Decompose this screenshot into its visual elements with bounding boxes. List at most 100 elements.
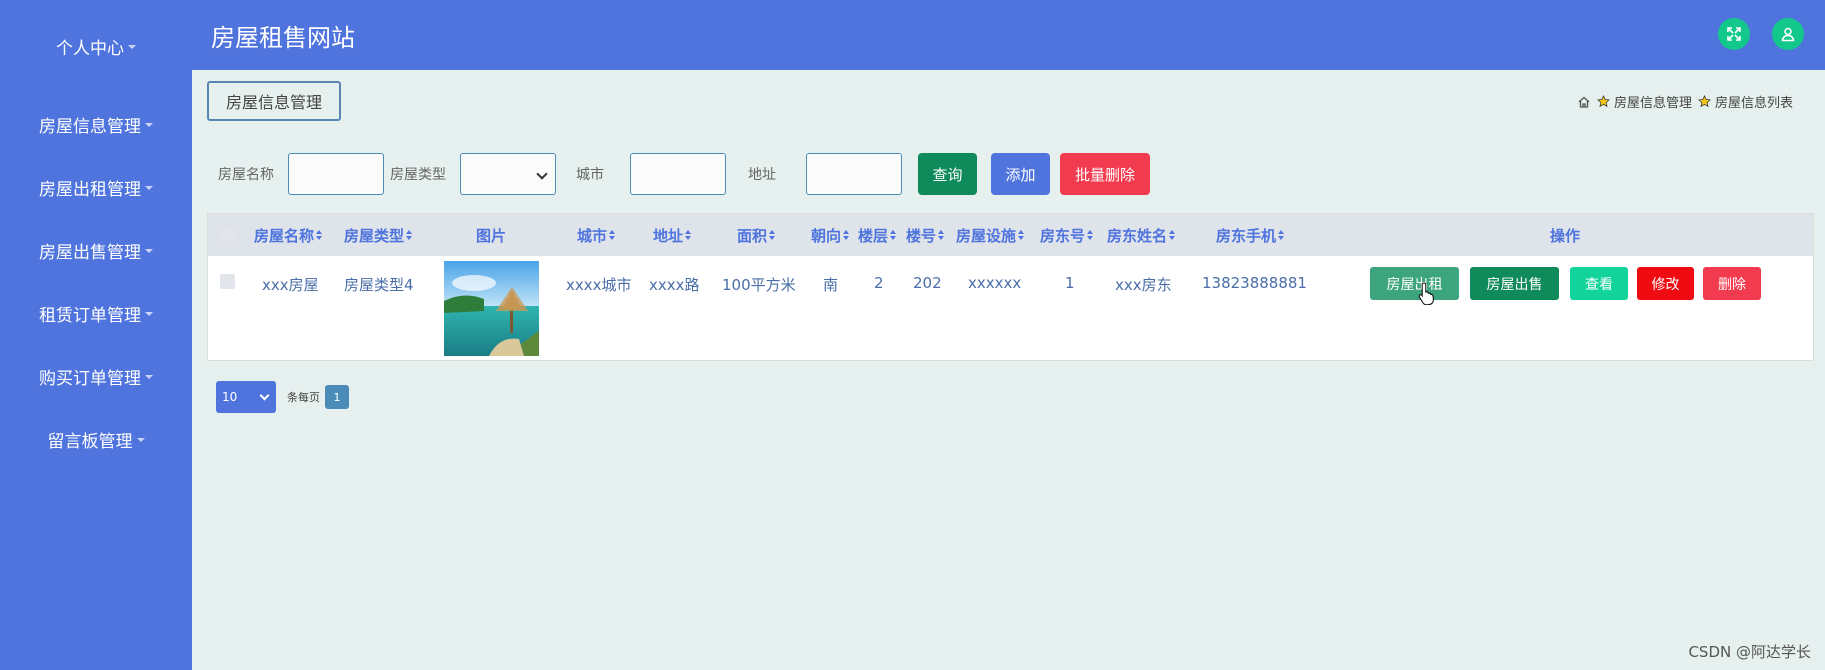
- house-photo: [444, 261, 539, 356]
- sort-icon: [890, 230, 897, 240]
- sort-icon: [1169, 230, 1176, 240]
- column-header-label: 城市: [577, 226, 608, 245]
- edit-button[interactable]: 修改: [1637, 267, 1694, 300]
- address-input[interactable]: [806, 153, 902, 195]
- cell-orientation: 南: [823, 276, 839, 294]
- caret-down-icon: [128, 44, 136, 49]
- sidebar-item-purchase-orders[interactable]: 购买订单管理: [0, 345, 192, 408]
- sidebar-item-house-rent[interactable]: 房屋出租管理: [0, 156, 192, 219]
- rent-house-button[interactable]: 房屋出租: [1370, 267, 1459, 300]
- sidebar-item-house-info[interactable]: 房屋信息管理: [0, 93, 192, 156]
- sort-icon: [1278, 230, 1285, 240]
- sell-house-button[interactable]: 房屋出售: [1470, 267, 1559, 300]
- caret-down-icon: [145, 248, 153, 253]
- page-number-button[interactable]: 1: [325, 385, 349, 409]
- house-type-label: 房屋类型: [390, 167, 446, 183]
- breadcrumb-item[interactable]: 房屋信息管理: [1614, 92, 1692, 111]
- column-header-label: 房屋设施: [956, 226, 1017, 245]
- view-button[interactable]: 查看: [1570, 267, 1628, 300]
- star-icon: [1597, 95, 1610, 108]
- sort-icon: [843, 230, 850, 240]
- column-header: 操作: [1550, 214, 1580, 256]
- column-header-label: 房东号: [1040, 226, 1086, 245]
- column-header-label: 操作: [1550, 226, 1581, 245]
- sidebar-item-message-board[interactable]: 留言板管理: [0, 408, 192, 471]
- sidebar-item-label: 留言板管理: [47, 432, 133, 452]
- sort-icon: [1087, 230, 1094, 240]
- column-header-label: 房屋类型: [344, 226, 405, 245]
- column-header[interactable]: 面积: [737, 214, 776, 256]
- column-header: 图片: [476, 214, 506, 256]
- sort-icon: [685, 230, 692, 240]
- cell-house-type: 房屋类型4: [344, 276, 414, 294]
- add-button[interactable]: 添加: [991, 153, 1050, 195]
- column-header-label: 图片: [476, 226, 507, 245]
- caret-down-icon: [136, 437, 145, 442]
- sidebar-item-label: 租赁订单管理: [39, 306, 141, 326]
- cell-facilities: xxxxxx: [968, 274, 1022, 292]
- cell-floor: 2: [874, 274, 884, 292]
- house-name-input[interactable]: [288, 153, 384, 195]
- column-header[interactable]: 朝向: [811, 214, 850, 256]
- column-header-label: 面积: [737, 226, 768, 245]
- city-label: 城市: [576, 167, 604, 183]
- column-header[interactable]: 楼号: [906, 214, 945, 256]
- star-icon: [1698, 95, 1711, 108]
- delete-button[interactable]: 删除: [1703, 267, 1761, 300]
- top-header: 房屋租售网站: [192, 0, 1825, 70]
- query-button[interactable]: 查询: [918, 153, 977, 195]
- table-header: 房屋名称 房屋类型 图片 城市 地址 面积 朝向 楼层 楼号 房屋设施 房东号 …: [208, 214, 1813, 256]
- house-type-select[interactable]: [460, 153, 556, 195]
- column-header[interactable]: 房屋名称: [254, 214, 323, 256]
- column-header[interactable]: 房东手机: [1216, 214, 1285, 256]
- caret-down-icon: [145, 374, 153, 379]
- house-table: 房屋名称 房屋类型 图片 城市 地址 面积 朝向 楼层 楼号 房屋设施 房东号 …: [207, 213, 1814, 361]
- select-all-checkbox[interactable]: [220, 227, 235, 242]
- sidebar-item-label: 个人中心: [56, 39, 124, 59]
- sort-icon: [769, 230, 776, 240]
- column-header[interactable]: 楼层: [858, 214, 897, 256]
- sort-icon: [406, 230, 413, 240]
- column-header-label: 房东姓名: [1107, 226, 1168, 245]
- address-label: 地址: [748, 167, 776, 183]
- sidebar-item-lease-orders[interactable]: 租赁订单管理: [0, 282, 192, 345]
- sort-icon: [938, 230, 945, 240]
- column-header[interactable]: 房屋类型: [344, 214, 413, 256]
- column-header[interactable]: 城市: [577, 214, 616, 256]
- breadcrumb-item: 房屋信息列表: [1714, 96, 1793, 111]
- site-title: 房屋租售网站: [211, 23, 355, 52]
- column-header-label: 楼层: [858, 226, 889, 245]
- cell-house-name: xxx房屋: [262, 276, 319, 294]
- row-checkbox[interactable]: [220, 274, 235, 289]
- column-header[interactable]: 地址: [653, 214, 692, 256]
- sort-icon: [316, 230, 323, 240]
- page-size-select[interactable]: 10: [216, 381, 276, 413]
- user-icon: [1781, 27, 1795, 42]
- caret-down-icon: [145, 185, 153, 190]
- sort-icon: [609, 230, 616, 240]
- tab-house-info-management[interactable]: 房屋信息管理: [207, 81, 341, 121]
- house-name-label: 房屋名称: [218, 167, 274, 183]
- cell-city: xxxx城市: [566, 276, 632, 294]
- city-input[interactable]: [630, 153, 726, 195]
- column-header-label: 房东手机: [1216, 226, 1277, 245]
- column-header[interactable]: 房东号: [1040, 214, 1094, 256]
- sidebar-item-personal-center[interactable]: 个人中心: [0, 0, 192, 93]
- sidebar: 个人中心 房屋信息管理 房屋出租管理 房屋出售管理 租赁订单管理 购买订单管理 …: [0, 0, 192, 670]
- expand-icon: [1727, 27, 1741, 41]
- sort-icon: [1018, 230, 1025, 240]
- batch-delete-button[interactable]: 批量删除: [1060, 153, 1150, 195]
- per-page-label: 条每页: [287, 391, 320, 404]
- sidebar-item-label: 房屋出售管理: [39, 243, 141, 263]
- hand-cursor-icon: [1418, 282, 1434, 305]
- fullscreen-button[interactable]: [1718, 18, 1750, 50]
- column-header[interactable]: 房屋设施: [956, 214, 1025, 256]
- user-menu-button[interactable]: [1772, 18, 1804, 50]
- column-header[interactable]: 房东姓名: [1107, 214, 1176, 256]
- column-header-label: 房屋名称: [254, 226, 315, 245]
- breadcrumb: 房屋信息管理 房屋信息列表: [1577, 92, 1799, 111]
- sidebar-item-house-sale[interactable]: 房屋出售管理: [0, 219, 192, 282]
- column-header-label: 楼号: [906, 226, 937, 245]
- home-icon[interactable]: [1577, 95, 1591, 109]
- column-header-label: 朝向: [811, 226, 842, 245]
